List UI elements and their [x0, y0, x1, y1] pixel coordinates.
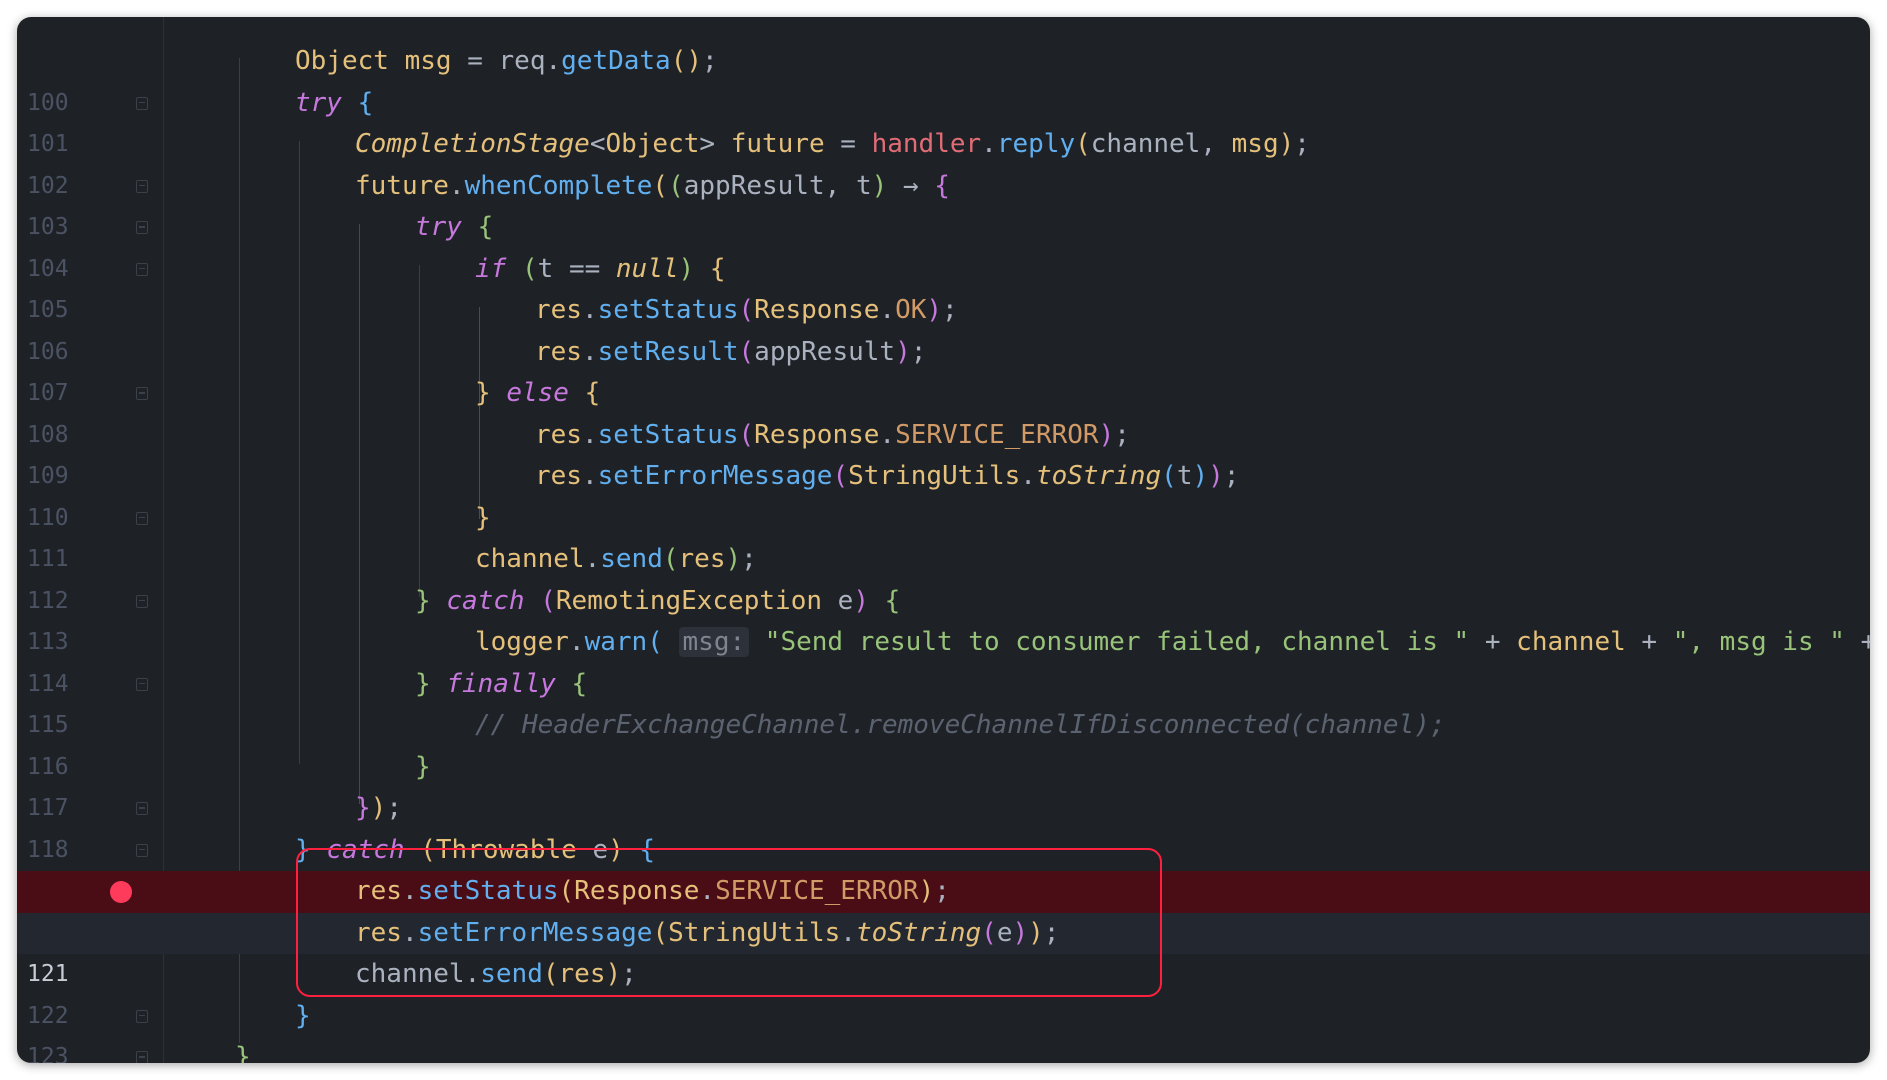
- code-line[interactable]: 106 res.setStatus(Response.OK);: [17, 290, 1870, 365]
- fold-icon[interactable]: [136, 511, 148, 525]
- code-line[interactable]: 111 }: [17, 498, 1870, 573]
- fold-icon[interactable]: [136, 677, 148, 691]
- code-line[interactable]: 102 CompletionStage<Object> future = han…: [17, 124, 1870, 199]
- fold-icon[interactable]: [136, 179, 148, 193]
- code-line[interactable]: 114 logger.warn( msg: "Send result to co…: [17, 622, 1870, 697]
- line-code: CompletionStage<Object> future = handler…: [355, 129, 1310, 159]
- code-line[interactable]: 118 });: [17, 788, 1870, 863]
- code-line[interactable]: 103 future.whenComplete((appResult, t) →…: [17, 166, 1870, 241]
- fold-icon[interactable]: [136, 262, 148, 276]
- code-line[interactable]: 110 res.setErrorMessage(StringUtils.toSt…: [17, 456, 1870, 531]
- breakpoint-icon[interactable]: [110, 881, 132, 903]
- line-code: }: [415, 751, 431, 782]
- code-line[interactable]: 108 } else {: [17, 373, 1870, 448]
- fold-icon[interactable]: [136, 387, 148, 400]
- fold-icon[interactable]: [136, 802, 148, 815]
- line-code: res.setResult(appResult);: [535, 336, 927, 367]
- line-code: Object msg = req.getData();: [295, 46, 718, 76]
- line-code: channel.send(res);: [475, 544, 757, 574]
- line-code: res.setStatus(Response.SERVICE_ERROR);: [535, 419, 1130, 450]
- fold-icon[interactable]: [136, 1009, 148, 1023]
- fold-icon[interactable]: [136, 843, 148, 857]
- line-code: } finally {: [415, 668, 588, 699]
- line-code: res.setStatus(Response.OK);: [535, 295, 958, 325]
- code-editor[interactable]: 100 Object msg = req.getData(); 101 try …: [17, 17, 1870, 1063]
- code-line[interactable]: 123 }: [17, 996, 1870, 1064]
- code-line[interactable]: 100 Object msg = req.getData();: [17, 41, 1870, 116]
- line-code: }: [475, 502, 491, 533]
- line-code: if (t == null) {: [475, 253, 726, 284]
- code-line[interactable]: 124 }: [17, 1037, 1870, 1063]
- code-line[interactable]: 116 // HeaderExchangeChannel.removeChann…: [17, 705, 1870, 780]
- fold-icon[interactable]: [136, 96, 148, 110]
- highlight-box: [296, 848, 1162, 997]
- line-code: try {: [295, 87, 374, 118]
- code-line[interactable]: 112 channel.send(res);: [17, 539, 1870, 614]
- line-code: } catch (RemotingException e) {: [415, 585, 901, 616]
- code-line[interactable]: 104 try {: [17, 207, 1870, 282]
- code-line[interactable]: 109 res.setStatus(Response.SERVICE_ERROR…: [17, 415, 1870, 490]
- line-code: } else {: [475, 378, 601, 408]
- fold-icon[interactable]: [136, 1051, 148, 1063]
- line-code: }: [295, 1000, 311, 1031]
- code-line[interactable]: 113 } catch (RemotingException e) {: [17, 581, 1870, 656]
- code-line[interactable]: 101 try {: [17, 83, 1870, 158]
- line-code: });: [355, 793, 402, 823]
- fold-icon[interactable]: [136, 594, 148, 608]
- code-line[interactable]: 117 }: [17, 747, 1870, 822]
- line-code: try {: [415, 212, 494, 242]
- line-comment: // HeaderExchangeChannel.removeChannelIf…: [475, 710, 1446, 740]
- line-code: res.setErrorMessage(StringUtils.toString…: [535, 461, 1240, 491]
- code-line[interactable]: 105 if (t == null) {: [17, 249, 1870, 324]
- line-code: logger.warn( msg: "Send result to consum…: [475, 627, 1870, 657]
- fold-icon[interactable]: [136, 221, 148, 234]
- code-line[interactable]: 115 } finally {: [17, 664, 1870, 739]
- line-code: future.whenComplete((appResult, t) → {: [355, 170, 950, 201]
- code-line[interactable]: 107 res.setResult(appResult);: [17, 332, 1870, 407]
- line-code: }: [235, 1042, 251, 1063]
